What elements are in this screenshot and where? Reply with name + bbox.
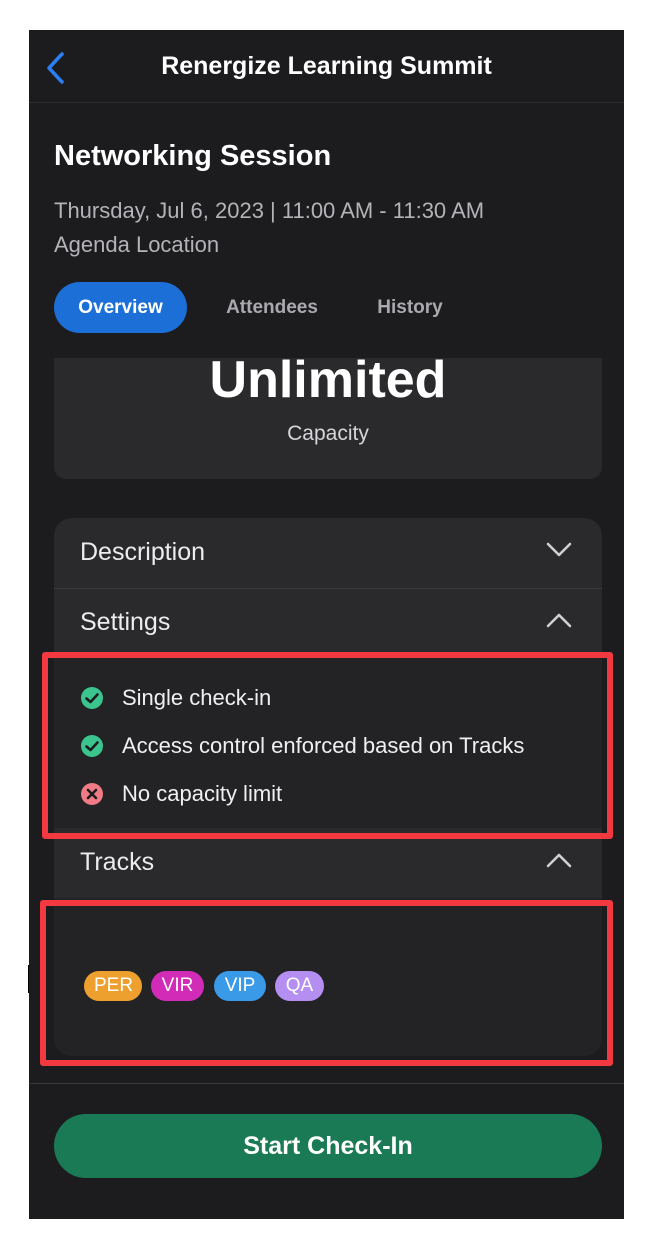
tab-overview[interactable]: Overview — [54, 282, 187, 333]
setting-text: Single check-in — [122, 685, 272, 710]
capacity-card: Unlimited Capacity — [54, 351, 602, 479]
x-circle-icon — [81, 783, 103, 805]
setting-text: Access control enforced based on Tracks — [122, 733, 525, 758]
settings-label: Settings — [80, 608, 171, 636]
page-title: Renergize Learning Summit — [161, 52, 492, 80]
check-circle-icon — [81, 735, 103, 757]
settings-section-header[interactable]: Settings — [54, 588, 602, 658]
check-circle-icon — [81, 687, 103, 709]
tracks-label: Tracks — [80, 848, 155, 876]
description-section-header[interactable]: Description — [54, 518, 602, 588]
tab-history[interactable]: History — [354, 282, 466, 333]
chevron-down-icon — [546, 542, 572, 557]
capacity-label: Capacity — [287, 422, 369, 445]
session-location: Agenda Location — [54, 232, 220, 257]
chevron-left-icon — [47, 52, 64, 84]
start-check-in-button[interactable]: Start Check-In — [54, 1114, 602, 1178]
back-button[interactable] — [37, 48, 73, 88]
tab-attendees[interactable]: Attendees — [202, 282, 342, 333]
track-badge-vir: VIR — [151, 971, 204, 1001]
footer-divider — [29, 1083, 624, 1084]
settings-list: Single check-in Access control enforced … — [54, 658, 602, 828]
nav-bar: Renergize Learning Summit — [29, 30, 624, 103]
description-label: Description — [80, 538, 206, 566]
capacity-value: Unlimited — [209, 351, 447, 409]
track-badge-per: PER — [84, 971, 142, 1001]
chevron-up-icon — [546, 853, 572, 868]
track-badge-vip: VIP — [214, 971, 266, 1001]
session-date-time: Thursday, Jul 6, 2023 | 11:00 AM - 11:30… — [54, 198, 485, 223]
tracks-section-header[interactable]: Tracks — [54, 828, 602, 898]
chevron-up-icon — [546, 613, 572, 628]
setting-text: No capacity limit — [122, 781, 283, 806]
app-screen: Renergize Learning Summit Networking Ses… — [29, 30, 624, 1219]
tracks-list: PER VIR VIP QA — [54, 898, 602, 1056]
track-badge-qa: QA — [275, 971, 324, 1001]
session-title: Networking Session — [54, 140, 332, 172]
details-accordion: Description Settings Single check-in Acc… — [54, 518, 602, 1056]
